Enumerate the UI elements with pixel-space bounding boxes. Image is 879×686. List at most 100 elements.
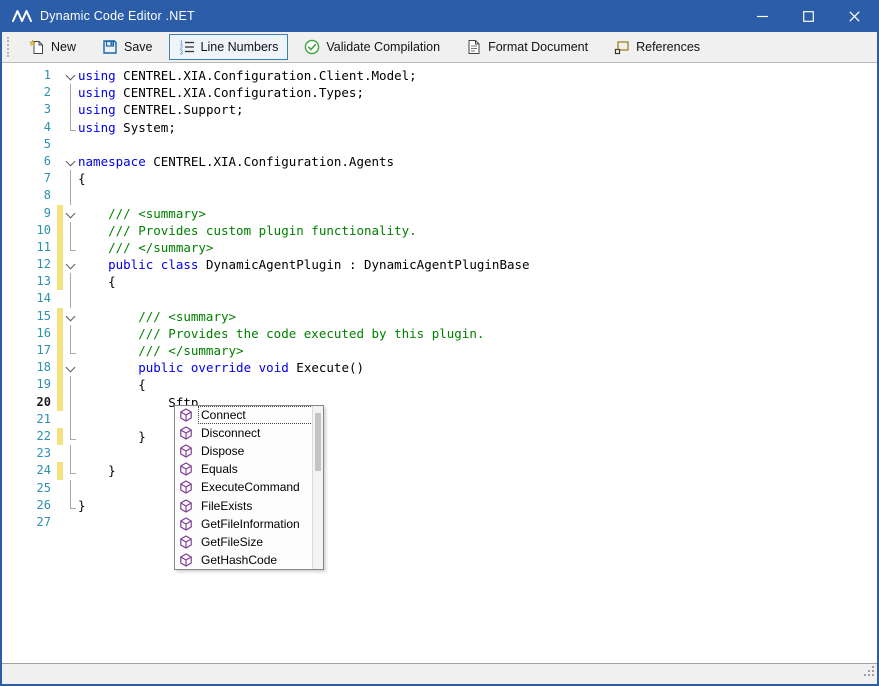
autocomplete-item-label: GetHashCode (199, 552, 312, 568)
code-line[interactable]: 17 /// </summary> (2, 342, 877, 359)
line-number: 18 (2, 359, 54, 376)
format-document-label: Format Document (488, 40, 588, 54)
close-button[interactable] (831, 0, 877, 32)
scrollbar-thumb[interactable] (315, 413, 321, 471)
code-line[interactable]: 26} (2, 497, 877, 514)
autocomplete-item[interactable]: Connect (175, 406, 312, 424)
autocomplete-item-label: Connect (199, 407, 312, 423)
autocomplete-item[interactable]: Disconnect (175, 424, 312, 442)
code-line[interactable]: 16 /// Provides the code executed by thi… (2, 325, 877, 342)
format-document-icon (466, 39, 482, 55)
code-text: public override void Execute() (78, 359, 364, 376)
status-strip (2, 663, 877, 684)
line-number: 1 (2, 67, 54, 84)
line-number: 11 (2, 239, 54, 256)
references-icon (614, 39, 630, 55)
line-numbers-toggle[interactable]: 1 2 3 Line Numbers (169, 34, 289, 60)
maximize-button[interactable] (785, 0, 831, 32)
code-line[interactable]: 7{ (2, 170, 877, 187)
toolbar-grip[interactable] (7, 37, 12, 57)
code-line[interactable]: 20 Sftp. (2, 394, 877, 411)
fold-guide (63, 170, 78, 187)
validate-compilation-label: Validate Compilation (326, 40, 440, 54)
code-line[interactable]: 15 /// <summary> (2, 308, 877, 325)
new-document-icon (29, 39, 45, 55)
method-icon (179, 499, 193, 513)
method-icon (179, 517, 193, 531)
line-numbers-label: Line Numbers (201, 40, 279, 54)
save-button[interactable]: Save (92, 34, 163, 60)
autocomplete-scrollbar[interactable] (312, 406, 323, 569)
code-line[interactable]: 1using CENTREL.XIA.Configuration.Client.… (2, 67, 877, 84)
code-line[interactable]: 9 /// <summary> (2, 205, 877, 222)
code-line[interactable]: 14 (2, 290, 877, 307)
references-label: References (636, 40, 700, 54)
autocomplete-item[interactable]: GetFileInformation (175, 515, 312, 533)
minimize-button[interactable] (739, 0, 785, 32)
code-text: namespace CENTREL.XIA.Configuration.Agen… (78, 153, 394, 170)
code-text: using System; (78, 119, 176, 136)
code-text: /// Provides the code executed by this p… (78, 325, 484, 342)
code-line[interactable]: 21 (2, 411, 877, 428)
validate-compilation-button[interactable]: Validate Compilation (294, 34, 450, 60)
code-line[interactable]: 3using CENTREL.Support; (2, 101, 877, 118)
fold-guide (63, 342, 78, 359)
fold-collapse-icon[interactable] (63, 153, 78, 170)
fold-guide (63, 497, 78, 514)
line-number: 3 (2, 101, 54, 118)
method-icon (179, 535, 193, 549)
autocomplete-item-label: GetFileInformation (199, 516, 312, 532)
save-button-label: Save (124, 40, 153, 54)
line-number: 12 (2, 256, 54, 273)
autocomplete-item[interactable]: Equals (175, 460, 312, 478)
code-lines: 1using CENTREL.XIA.Configuration.Client.… (2, 67, 877, 531)
line-number: 5 (2, 136, 54, 153)
code-line[interactable]: 2using CENTREL.XIA.Configuration.Types; (2, 84, 877, 101)
code-line[interactable]: 25 (2, 480, 877, 497)
line-number: 4 (2, 119, 54, 136)
code-line[interactable]: 18 public override void Execute() (2, 359, 877, 376)
autocomplete-item-label: GetFileSize (199, 534, 312, 550)
format-document-button[interactable]: Format Document (456, 34, 598, 60)
fold-collapse-icon[interactable] (63, 67, 78, 84)
line-number: 13 (2, 273, 54, 290)
line-number: 2 (2, 84, 54, 101)
fold-guide (63, 101, 78, 118)
new-button[interactable]: New (19, 34, 86, 60)
code-editor[interactable]: 1using CENTREL.XIA.Configuration.Client.… (2, 63, 877, 663)
fold-guide (63, 411, 78, 428)
fold-collapse-icon[interactable] (63, 359, 78, 376)
autocomplete-item[interactable]: ExecuteCommand (175, 478, 312, 496)
line-number: 6 (2, 153, 54, 170)
code-text: public class DynamicAgentPlugin : Dynami… (78, 256, 530, 273)
code-line[interactable]: 11 /// </summary> (2, 239, 877, 256)
autocomplete-item[interactable]: Dispose (175, 442, 312, 460)
code-line[interactable]: 24 } (2, 462, 877, 479)
code-line[interactable]: 6 namespace CENTREL.XIA.Configuration.Age… (2, 153, 877, 170)
code-line[interactable]: 27 (2, 514, 877, 531)
code-line[interactable]: 4 using System; (2, 119, 877, 136)
code-text: { (78, 273, 116, 290)
line-number: 23 (2, 445, 54, 462)
line-number: 22 (2, 428, 54, 445)
resize-grip-icon[interactable] (863, 665, 876, 683)
references-button[interactable]: References (604, 34, 710, 60)
fold-collapse-icon[interactable] (63, 256, 78, 273)
code-line[interactable]: 13 { (2, 273, 877, 290)
line-number: 7 (2, 170, 54, 187)
autocomplete-item[interactable]: GetHashCode (175, 551, 312, 569)
autocomplete-item[interactable]: FileExists (175, 496, 312, 514)
code-line[interactable]: 8 (2, 187, 877, 204)
code-line[interactable]: 10 /// Provides custom plugin functional… (2, 222, 877, 239)
svg-text:3: 3 (180, 51, 183, 56)
line-number: 9 (2, 205, 54, 222)
autocomplete-item[interactable]: GetFileSize (175, 533, 312, 551)
fold-collapse-icon[interactable] (63, 308, 78, 325)
code-line[interactable]: 12 public class DynamicAgentPlugin : Dyn… (2, 256, 877, 273)
fold-collapse-icon[interactable] (63, 205, 78, 222)
fold-guide (63, 480, 78, 497)
code-line[interactable]: 5 (2, 136, 877, 153)
code-line[interactable]: 23 (2, 445, 877, 462)
code-line[interactable]: 22 } (2, 428, 877, 445)
code-line[interactable]: 19 { (2, 376, 877, 393)
